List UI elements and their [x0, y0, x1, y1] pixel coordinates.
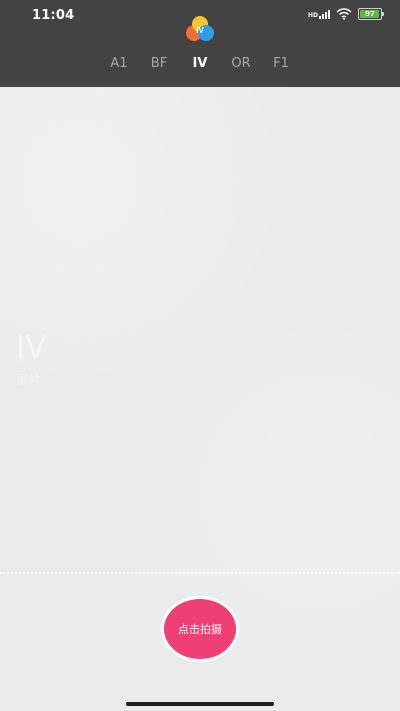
tab-iv[interactable]: IV: [178, 56, 222, 71]
status-time: 11:04: [32, 8, 75, 23]
mode-title: IV: [16, 330, 47, 366]
wifi-icon: [336, 8, 352, 20]
shoot-button[interactable]: 点击拍摄: [161, 596, 239, 662]
home-indicator: [126, 702, 274, 706]
logo-text: IV: [196, 26, 204, 35]
tab-bf[interactable]: BF: [137, 56, 181, 71]
dotted-divider: [0, 572, 400, 574]
status-icons: HD 97: [307, 8, 384, 20]
mode-tabs: A1 BF IV OR F1: [0, 56, 400, 78]
battery-icon: 97: [358, 8, 384, 20]
app-logo: IV: [186, 16, 214, 41]
tab-a1[interactable]: A1: [97, 56, 141, 71]
signal-label: HD: [307, 11, 318, 19]
mode-subtitle: 鬼片: [16, 373, 43, 388]
signal-icon: HD: [307, 9, 330, 19]
tab-f1[interactable]: F1: [259, 56, 303, 71]
battery-percentage: 97: [365, 10, 375, 18]
tab-or[interactable]: OR: [219, 56, 263, 71]
top-bar: 11:04 HD 97 IV A1 BF IV OR F1: [0, 0, 400, 87]
